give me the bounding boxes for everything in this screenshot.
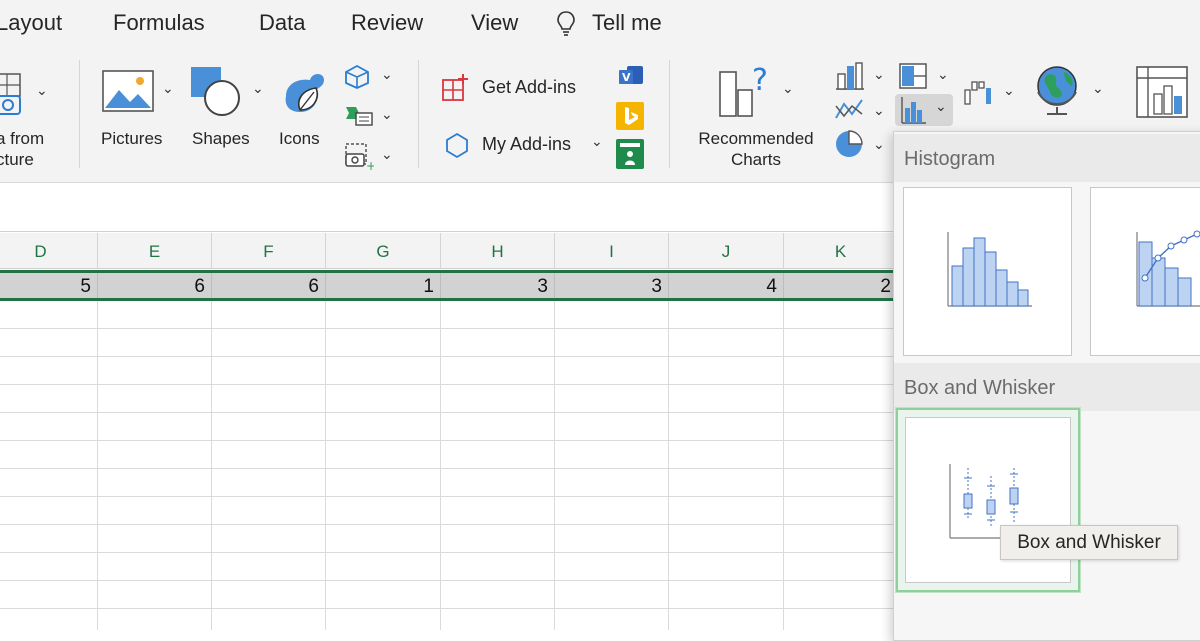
chevron-down-icon[interactable]: ⌄ [873,66,885,83]
cell[interactable]: 5 [0,273,98,298]
cell[interactable]: 6 [98,273,212,298]
chevron-down-icon[interactable]: ⌄ [873,136,885,153]
tab-tell-me[interactable]: Tell me [592,10,662,36]
chevron-down-icon[interactable]: ⌄ [36,82,48,99]
cell[interactable]: 2 [784,273,898,298]
picture-from-label[interactable]: a from cture [0,128,44,170]
recommended-charts-button[interactable]: Recommended Charts [690,128,822,170]
smartart-icon[interactable] [344,103,374,132]
cell[interactable]: 3 [555,273,669,298]
picture-from-file-icon[interactable] [0,70,34,123]
chevron-down-icon[interactable]: ⌄ [381,146,393,163]
shapes-button[interactable]: Shapes [192,128,250,149]
svg-text:?: ? [752,64,768,98]
column-header[interactable]: I [555,233,669,269]
grid-line [554,301,555,630]
grid-line [325,301,326,630]
chevron-down-icon[interactable]: ⌄ [937,66,949,83]
statistic-chart-dropdown: Histogram Box and Whisker [893,131,1200,641]
my-addins-icon[interactable] [443,131,471,164]
cell[interactable]: 1 [326,273,441,298]
visio-icon[interactable]: V [617,64,645,93]
grid-line [440,301,441,630]
recommended-charts-icon[interactable]: ? [718,63,778,123]
pictures-icon[interactable] [102,70,154,117]
column-header[interactable]: E [98,233,212,269]
svg-text:+: + [366,159,374,170]
divider [79,60,80,168]
grid-line [783,301,784,630]
my-addins-button[interactable]: My Add-ins [482,134,571,155]
column-header[interactable]: G [326,233,441,269]
tab-layout[interactable]: Layout [0,10,62,36]
icons-icon[interactable] [276,66,330,125]
chevron-down-icon[interactable]: ⌄ [381,66,393,83]
column-header[interactable]: F [212,233,326,269]
hierarchy-chart-icon[interactable] [898,62,928,95]
divider [669,60,670,168]
get-addins-button[interactable]: Get Add-ins [482,77,576,98]
chevron-down-icon[interactable]: ⌄ [1003,82,1015,99]
cell[interactable]: 6 [212,273,326,298]
histogram-option[interactable] [903,187,1072,356]
screenshot-icon[interactable]: + [344,142,376,175]
column-chart-icon[interactable] [834,62,866,95]
3d-models-icon[interactable] [344,64,370,95]
pictures-button[interactable]: Pictures [101,128,162,149]
pareto-chart-icon [1131,228,1200,317]
column-header[interactable]: K [784,233,898,269]
chevron-down-icon: ⌄ [935,98,947,114]
box-whisker-section-header: Box and Whisker [894,363,1200,411]
statistic-chart-button[interactable]: ⌄ [895,94,953,126]
svg-text:V: V [622,71,631,84]
grid-line [97,301,98,630]
chevron-down-icon[interactable]: ⌄ [591,133,603,150]
pie-chart-icon[interactable] [834,128,866,165]
chevron-down-icon[interactable]: ⌄ [252,80,264,97]
waterfall-chart-icon[interactable] [963,78,995,111]
box-whisker-option[interactable] [896,408,1080,592]
tab-data[interactable]: Data [259,10,305,36]
tab-review[interactable]: Review [351,10,423,36]
chevron-down-icon[interactable]: ⌄ [782,80,794,97]
people-graph-icon[interactable] [616,139,644,174]
maps-icon[interactable] [1032,62,1082,121]
grid-line [668,301,669,630]
tab-formulas[interactable]: Formulas [113,10,205,36]
cell[interactable]: 4 [669,273,784,298]
tab-view[interactable]: View [471,10,518,36]
pareto-option[interactable] [1090,187,1200,356]
pivot-chart-icon[interactable] [1136,66,1192,125]
chevron-down-icon[interactable]: ⌄ [1092,80,1104,97]
column-header[interactable]: H [441,233,555,269]
divider [418,60,419,168]
statistic-chart-icon [901,96,927,129]
column-header[interactable]: D [0,233,98,269]
chevron-down-icon[interactable]: ⌄ [162,80,174,97]
line-chart-icon[interactable] [834,96,866,129]
grid-line [211,301,212,630]
icons-button[interactable]: Icons [279,128,320,149]
histogram-chart-icon [942,228,1034,317]
chevron-down-icon[interactable]: ⌄ [873,102,885,119]
lightbulb-icon [556,10,576,43]
shapes-icon[interactable] [190,66,242,123]
histogram-section-header: Histogram [894,134,1200,182]
box-whisker-tooltip: Box and Whisker [1000,525,1178,560]
column-header[interactable]: J [669,233,784,269]
chevron-down-icon[interactable]: ⌄ [381,106,393,123]
get-addins-icon[interactable] [441,74,469,107]
cell[interactable]: 3 [441,273,555,298]
bing-maps-icon[interactable] [616,102,644,135]
